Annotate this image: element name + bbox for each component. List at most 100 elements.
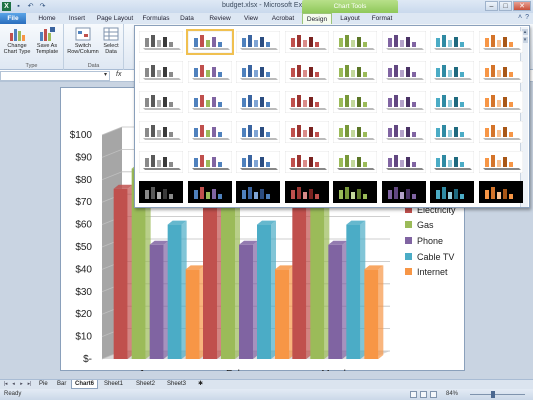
chart-style-option[interactable] [381, 31, 426, 53]
chart-style-option[interactable] [139, 121, 183, 143]
chart-style-option[interactable] [284, 31, 329, 53]
tab-layout[interactable]: Layout [336, 13, 364, 24]
chart-style-option[interactable] [236, 91, 280, 113]
maximize-button[interactable]: □ [499, 1, 512, 11]
chart-style-option[interactable] [478, 121, 523, 143]
name-box-dropdown-icon[interactable]: ▾ [104, 71, 107, 78]
chart-style-option[interactable] [333, 121, 377, 143]
chart-style-option[interactable] [430, 151, 474, 173]
zoom-slider[interactable] [470, 394, 525, 395]
prev-sheet-icon[interactable]: ◂ [10, 381, 17, 387]
tab-formulas[interactable]: Formulas [139, 13, 173, 24]
last-sheet-icon[interactable]: ▸| [26, 381, 33, 387]
gallery-scroll-up-icon[interactable]: ▴ [522, 29, 528, 35]
minimize-ribbon-icon[interactable]: ˄ [518, 14, 522, 21]
thumbnail-floor [482, 48, 521, 50]
next-sheet-icon[interactable]: ▸ [18, 381, 25, 387]
chart-style-option[interactable] [381, 181, 426, 203]
fx-icon[interactable]: fx [116, 71, 121, 78]
chart-style-option[interactable] [187, 61, 232, 83]
tab-format[interactable]: Format [368, 13, 396, 24]
sheet-tab-pie[interactable]: Pie [36, 380, 51, 389]
chart-style-option[interactable] [333, 151, 377, 173]
minimize-button[interactable]: – [485, 1, 498, 11]
insert-sheet-icon[interactable]: ✱ [195, 380, 206, 389]
chart-style-option[interactable] [187, 91, 232, 113]
bar [185, 269, 200, 359]
first-sheet-icon[interactable]: |◂ [2, 381, 9, 387]
chart-style-option[interactable] [333, 181, 377, 203]
chart-style-option[interactable] [381, 121, 426, 143]
normal-view-icon[interactable] [410, 391, 417, 398]
chart-style-option[interactable] [333, 61, 377, 83]
chart-style-option[interactable] [478, 31, 523, 53]
chart-style-option[interactable] [139, 31, 183, 53]
legend-item-cable-tv[interactable]: Cable TV [405, 251, 454, 262]
sheet-tab-sheet2[interactable]: Sheet2 [133, 380, 158, 389]
tab-acrobat[interactable]: Acrobat [267, 13, 299, 24]
legend-item-internet[interactable]: Internet [405, 266, 448, 277]
sheet-tab-sheet1[interactable]: Sheet1 [101, 380, 126, 389]
change-chart-type-button[interactable]: Change Chart Type [2, 27, 32, 55]
chart-style-option[interactable] [284, 181, 329, 203]
chart-style-option[interactable] [187, 121, 232, 143]
chart-style-option[interactable] [236, 181, 280, 203]
tab-design[interactable]: Design [302, 13, 332, 24]
name-box[interactable]: ▾ [0, 71, 110, 81]
chart-style-option[interactable] [284, 61, 329, 83]
chart-style-option[interactable] [236, 31, 280, 53]
tab-home[interactable]: Home [32, 13, 62, 24]
chart-style-option[interactable] [236, 151, 280, 173]
chart-style-option[interactable] [185, 29, 234, 55]
chart-style-option[interactable] [381, 61, 426, 83]
chart-style-option[interactable] [333, 91, 377, 113]
sheet-tab-sheet3[interactable]: Sheet3 [164, 380, 189, 389]
zoom-slider-handle[interactable] [491, 391, 495, 398]
gallery-scrollbar[interactable]: ▴ ▾ [520, 27, 528, 207]
chart-style-option[interactable] [478, 91, 523, 113]
chart-style-option[interactable] [478, 151, 523, 173]
chart-style-option[interactable] [139, 151, 183, 173]
gallery-scroll-down-icon[interactable]: ▾ [522, 37, 528, 43]
chart-style-option[interactable] [236, 61, 280, 83]
switch-row-column-button[interactable]: Switch Row/Column [67, 27, 99, 55]
legend-item-phone[interactable]: Phone [405, 235, 443, 246]
chart-style-option[interactable] [381, 151, 426, 173]
thumbnail-floor [288, 78, 327, 80]
tab-review[interactable]: Review [205, 13, 235, 24]
sheet-tab-chart6[interactable]: Chart6 [71, 380, 99, 389]
legend-item-gas[interactable]: Gas [405, 219, 434, 230]
chart-style-option[interactable] [187, 181, 232, 203]
chart-style-option[interactable] [478, 61, 523, 83]
chart-style-option[interactable] [139, 61, 183, 83]
chart-style-option[interactable] [139, 91, 183, 113]
chart-style-option[interactable] [139, 181, 183, 203]
chart-style-option[interactable] [430, 31, 474, 53]
chart-style-option[interactable] [236, 121, 280, 143]
zoom-level[interactable]: 84% [446, 391, 458, 397]
tab-page-layout[interactable]: Page Layout [95, 13, 135, 24]
sheet-tab-bar[interactable]: Bar [54, 380, 69, 389]
tab-file[interactable]: File [0, 13, 26, 24]
chart-style-option[interactable] [478, 181, 523, 203]
tab-data[interactable]: Data [176, 13, 198, 24]
chart-style-option[interactable] [430, 121, 474, 143]
help-icon[interactable]: ? [525, 14, 529, 21]
chart-style-option[interactable] [284, 121, 329, 143]
tab-insert[interactable]: Insert [63, 13, 91, 24]
chart-style-option[interactable] [430, 91, 474, 113]
chart-style-option[interactable] [284, 151, 329, 173]
page-layout-view-icon[interactable] [420, 391, 427, 398]
chart-style-option[interactable] [430, 61, 474, 83]
chart-style-option[interactable] [333, 31, 377, 53]
chart-style-option[interactable] [430, 181, 474, 203]
chart-style-option[interactable] [381, 91, 426, 113]
thumbnail-floor [482, 138, 521, 140]
chart-style-option[interactable] [187, 151, 232, 173]
close-button[interactable]: ✕ [513, 1, 531, 11]
page-break-view-icon[interactable] [430, 391, 437, 398]
select-data-button[interactable]: Select Data [100, 27, 122, 55]
save-as-template-button[interactable]: Save As Template [33, 27, 61, 55]
chart-style-option[interactable] [284, 91, 329, 113]
tab-view[interactable]: View [238, 13, 264, 24]
